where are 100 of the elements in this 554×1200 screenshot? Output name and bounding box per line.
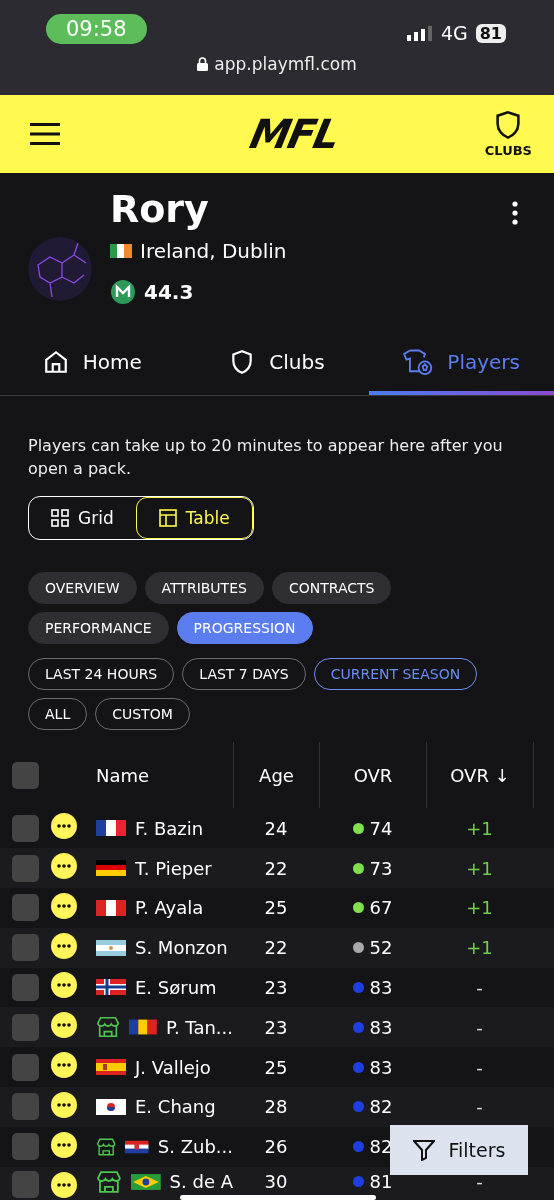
age-value: 23 [263, 976, 289, 998]
ovr-change: +1 [466, 897, 493, 919]
filter-chip[interactable]: ATTRIBUTES [144, 572, 264, 605]
more-icon[interactable] [512, 201, 518, 225]
player-name[interactable]: S. Zub... [157, 1136, 233, 1158]
balance-value: 44.3 [144, 279, 194, 304]
flag-icon [96, 1098, 126, 1115]
more-icon[interactable] [50, 1090, 78, 1119]
view-option[interactable]: Grid [29, 497, 136, 540]
row-checkbox[interactable] [11, 1013, 39, 1041]
player-name[interactable]: T. Pieper [135, 857, 212, 879]
flag-icon [129, 1019, 157, 1036]
nav-tab[interactable]: Clubs [184, 328, 370, 395]
shield-icon [494, 110, 523, 140]
more-icon[interactable] [50, 812, 78, 841]
flag-icon [96, 860, 126, 877]
column-header[interactable]: Name [78, 764, 233, 786]
row-checkbox[interactable] [11, 814, 39, 842]
row-checkbox[interactable] [11, 973, 39, 1001]
location-text: Ireland, Dublin [140, 238, 287, 263]
column-header[interactable]: Age [259, 764, 294, 786]
logo[interactable]: MFL [246, 111, 343, 157]
signal-icon [406, 25, 433, 41]
ovr-change: - [476, 1056, 483, 1078]
age-value: 25 [263, 897, 289, 919]
view-option[interactable]: Table [135, 497, 253, 540]
row-checkbox[interactable] [11, 1133, 39, 1161]
player-name[interactable]: P. Ayala [135, 897, 204, 919]
flag-icon [130, 1173, 161, 1190]
grid-icon [51, 509, 69, 528]
age-value: 30 [263, 1170, 289, 1192]
filter-chip[interactable]: PROGRESSION [176, 612, 313, 645]
row-checkbox[interactable] [11, 1170, 39, 1198]
row-checkbox[interactable] [11, 1093, 39, 1121]
ovr-value: 52 [369, 937, 393, 959]
clock: 09:58 [46, 14, 147, 44]
more-icon[interactable] [50, 931, 78, 960]
flag-icon [96, 979, 126, 996]
player-name[interactable]: P. Tan... [165, 1016, 233, 1038]
ovr-change: - [476, 976, 483, 998]
more-icon[interactable] [50, 1170, 78, 1199]
player-name[interactable]: F. Bazin [135, 817, 204, 839]
network-label: 4G [440, 22, 468, 44]
row-checkbox[interactable] [11, 854, 39, 882]
row-checkbox[interactable] [11, 894, 39, 922]
filter-chip[interactable]: PERFORMANCE [28, 612, 169, 645]
flag-icon [96, 899, 126, 916]
player-name[interactable]: J. Vallejo [135, 1056, 211, 1078]
battery-level: 81 [475, 23, 506, 43]
ovr-change: +1 [466, 857, 493, 879]
home-icon [42, 348, 69, 375]
filter-icon [412, 1139, 435, 1161]
age-value: 28 [263, 1096, 289, 1118]
ovr-value: 83 [369, 1016, 393, 1038]
more-icon[interactable] [50, 971, 78, 1000]
age-value: 22 [263, 937, 289, 959]
column-header[interactable]: OVR ↓ [450, 764, 510, 786]
player-name[interactable]: E. Sørum [135, 976, 217, 998]
player-name[interactable]: S. Monzon [135, 937, 228, 959]
filters-button[interactable]: Filters [390, 1125, 528, 1175]
player-name[interactable]: S. de A [169, 1171, 233, 1193]
more-icon[interactable] [50, 1011, 78, 1040]
row-checkbox[interactable] [11, 934, 39, 962]
clubs-button[interactable]: CLUBS [484, 110, 532, 158]
avatar [28, 237, 92, 301]
flag-icon [96, 939, 126, 956]
profile-name: Rory [110, 189, 210, 231]
flag-icon [96, 1059, 126, 1076]
ovr-value: 83 [369, 976, 393, 998]
ovr-value: 83 [369, 1056, 393, 1078]
nav-tab[interactable]: Players [369, 328, 554, 395]
flag-icon [96, 820, 126, 837]
age-value: 26 [263, 1136, 289, 1158]
ovr-value: 67 [369, 897, 393, 919]
menu-icon[interactable] [30, 123, 60, 145]
more-icon[interactable] [50, 1130, 78, 1159]
ovr-value: 82 [369, 1136, 393, 1158]
ovr-value: 73 [369, 857, 393, 879]
flag-icon [125, 1138, 149, 1155]
ovr-value: 82 [369, 1096, 393, 1118]
filter-chip[interactable]: OVERVIEW [28, 572, 137, 605]
shirt-ball-icon [403, 347, 434, 376]
ovr-change: +1 [466, 817, 493, 839]
age-value: 25 [263, 1056, 289, 1078]
ovr-change: - [476, 1096, 483, 1118]
more-icon[interactable] [50, 891, 78, 920]
url-text[interactable]: app.playmfl.com [214, 54, 357, 74]
more-icon[interactable] [50, 852, 78, 881]
nav-tab[interactable]: Home [0, 328, 185, 395]
row-checkbox[interactable] [11, 1053, 39, 1081]
select-all-checkbox[interactable] [11, 761, 39, 789]
filter-chip[interactable]: CONTRACTS [271, 572, 392, 605]
coin-icon [110, 278, 136, 305]
ovr-change: - [476, 1016, 483, 1038]
ovr-value: 81 [369, 1170, 393, 1192]
table-icon [158, 509, 177, 528]
lock-icon [197, 57, 209, 71]
column-header[interactable]: OVR [353, 764, 393, 786]
more-icon[interactable] [50, 1051, 78, 1080]
player-name[interactable]: E. Chang [135, 1096, 216, 1118]
